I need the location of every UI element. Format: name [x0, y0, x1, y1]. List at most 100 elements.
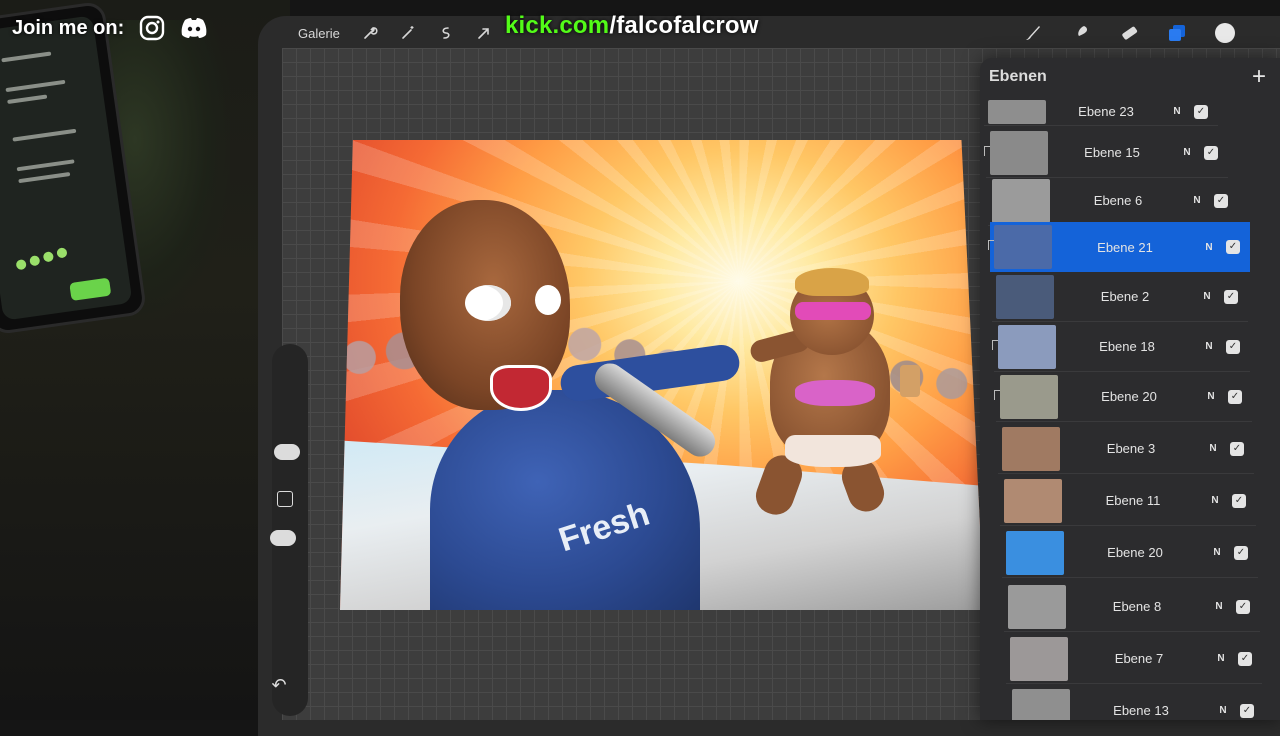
- phone-dot: [15, 259, 27, 271]
- gallery-button[interactable]: Galerie: [298, 26, 340, 41]
- layer-thumbnail[interactable]: [988, 99, 1046, 124]
- phone-text-line: [7, 94, 48, 104]
- layer-name: Ebene 8: [1112, 599, 1162, 614]
- layer-name: Ebene 23: [1078, 104, 1134, 119]
- layer-thumbnail[interactable]: [998, 324, 1056, 369]
- layer-visibility-checkbox[interactable]: ✓: [1226, 240, 1240, 254]
- layer-row[interactable]: Ebene 2 N ✓: [992, 272, 1248, 322]
- layer-row[interactable]: Ebene 7 N ✓: [1006, 634, 1262, 684]
- layer-row[interactable]: Ebene 20 N ✓: [994, 372, 1252, 422]
- layer-name: Ebene 3: [1106, 441, 1156, 456]
- top-toolbar: Galerie: [282, 16, 1250, 50]
- blend-mode-button[interactable]: N: [1200, 391, 1222, 402]
- kick-path: /falcofalcrow: [609, 12, 759, 39]
- join-text: Join me on:: [12, 16, 125, 39]
- layer-visibility-checkbox[interactable]: ✓: [1226, 339, 1240, 354]
- layer-visibility-checkbox[interactable]: ✓: [1224, 289, 1238, 304]
- blend-mode-button[interactable]: N: [1202, 443, 1224, 454]
- blend-mode-button[interactable]: N: [1166, 106, 1188, 117]
- layer-thumbnail[interactable]: [996, 274, 1054, 319]
- art-baby-hair: [795, 268, 869, 296]
- layer-thumbnail[interactable]: [1000, 374, 1058, 419]
- layer-row[interactable]: Ebene 8 N ✓: [1004, 582, 1260, 632]
- layer-row[interactable]: Ebene 11 N ✓: [1000, 476, 1256, 526]
- layer-visibility-checkbox[interactable]: ✓: [1228, 389, 1242, 404]
- blend-mode-button[interactable]: N: [1186, 195, 1208, 206]
- selection-icon[interactable]: [438, 25, 454, 41]
- art-baby-sunglasses: [795, 302, 871, 320]
- layer-thumbnail[interactable]: [1004, 478, 1062, 523]
- layer-thumbnail[interactable]: [992, 178, 1050, 223]
- phone-text-line: [18, 172, 71, 184]
- magic-wand-icon[interactable]: [400, 25, 416, 41]
- layer-row[interactable]: Ebene 15 N ✓: [984, 128, 1228, 178]
- phone-text-line: [12, 128, 77, 142]
- layer-visibility-checkbox[interactable]: ✓: [1194, 104, 1208, 119]
- wrench-icon[interactable]: [362, 25, 378, 41]
- art-man-eye: [465, 285, 511, 321]
- layer-visibility-checkbox[interactable]: ✓: [1236, 599, 1250, 614]
- layers-icon[interactable]: [1166, 22, 1188, 44]
- layer-visibility-checkbox[interactable]: ✓: [1238, 651, 1252, 666]
- art-baby-phone: [900, 365, 920, 397]
- layer-row[interactable]: Ebene 6 N ✓: [988, 176, 1238, 226]
- layer-visibility-checkbox[interactable]: ✓: [1240, 703, 1254, 718]
- transform-arrow-icon[interactable]: [476, 25, 492, 41]
- layer-row[interactable]: Ebene 20 N ✓: [1002, 528, 1258, 578]
- layer-name: Ebene 15: [1084, 145, 1140, 160]
- layer-name: Ebene 6: [1093, 193, 1143, 208]
- layer-name: Ebene 11: [1105, 493, 1161, 508]
- layer-thumbnail[interactable]: [1012, 688, 1070, 720]
- layer-name: Ebene 20: [1101, 389, 1157, 404]
- layer-visibility-checkbox[interactable]: ✓: [1204, 145, 1218, 160]
- layer-name: Ebene 21: [1097, 239, 1153, 255]
- layer-thumbnail[interactable]: [1002, 426, 1060, 471]
- kick-domain: kick.com: [505, 12, 610, 39]
- kick-channel-link: kick.com/falcofalcrow: [505, 12, 759, 40]
- artwork-canvas[interactable]: Fresh: [340, 140, 984, 610]
- add-layer-button[interactable]: +: [1252, 65, 1266, 89]
- undo-icon[interactable]: ↶: [268, 674, 290, 696]
- layer-row[interactable]: Ebene 23 N ✓: [984, 98, 1218, 126]
- blend-mode-button[interactable]: N: [1206, 547, 1228, 558]
- brush-icon[interactable]: [1022, 22, 1044, 44]
- layer-visibility-checkbox[interactable]: ✓: [1234, 545, 1248, 560]
- layer-row[interactable]: Ebene 18 N ✓: [992, 322, 1250, 372]
- active-color-swatch: [1215, 23, 1235, 43]
- phone-text-line: [5, 79, 66, 93]
- blend-mode-button[interactable]: N: [1198, 242, 1220, 253]
- brush-opacity-slider[interactable]: [270, 530, 296, 546]
- blend-mode-button[interactable]: N: [1210, 653, 1232, 664]
- layer-thumbnail[interactable]: [1010, 636, 1068, 681]
- blend-mode-button[interactable]: N: [1176, 147, 1198, 158]
- layer-name: Ebene 20: [1107, 545, 1163, 560]
- clipping-mask-icon: [992, 340, 998, 350]
- blend-mode-button[interactable]: N: [1204, 495, 1226, 506]
- layer-thumbnail[interactable]: [1008, 584, 1066, 629]
- eraser-icon[interactable]: [1118, 22, 1140, 44]
- layer-visibility-checkbox[interactable]: ✓: [1230, 441, 1244, 456]
- brush-size-slider[interactable]: [274, 444, 300, 460]
- blend-mode-button[interactable]: N: [1198, 341, 1220, 352]
- layer-thumbnail[interactable]: [1006, 530, 1064, 575]
- layer-name: Ebene 7: [1114, 651, 1164, 666]
- layer-visibility-checkbox[interactable]: ✓: [1232, 493, 1246, 508]
- layer-thumbnail[interactable]: [990, 130, 1048, 175]
- phone-text-line: [1, 51, 52, 63]
- instagram-icon: [138, 14, 166, 42]
- layer-name: Ebene 18: [1099, 339, 1155, 354]
- blend-mode-button[interactable]: N: [1212, 705, 1234, 716]
- smudge-icon[interactable]: [1070, 22, 1092, 44]
- layer-row[interactable]: Ebene 21 N ✓: [988, 222, 1250, 272]
- modify-button[interactable]: [277, 491, 293, 507]
- layer-row[interactable]: Ebene 3 N ✓: [998, 424, 1254, 474]
- layer-thumbnail[interactable]: [994, 225, 1052, 269]
- discord-icon: [180, 14, 208, 42]
- layer-row[interactable]: Ebene 13 N ✓: [1008, 686, 1264, 720]
- layers-panel: Ebenen + Ebene 23 N ✓ Ebene 15 N ✓ Ebene 6 N ✓ Eb…: [980, 58, 1280, 720]
- blend-mode-button[interactable]: N: [1196, 291, 1218, 302]
- blend-mode-button[interactable]: N: [1208, 601, 1230, 612]
- color-icon[interactable]: [1214, 22, 1236, 44]
- layer-visibility-checkbox[interactable]: ✓: [1214, 193, 1228, 208]
- phone-text-line: [16, 159, 75, 172]
